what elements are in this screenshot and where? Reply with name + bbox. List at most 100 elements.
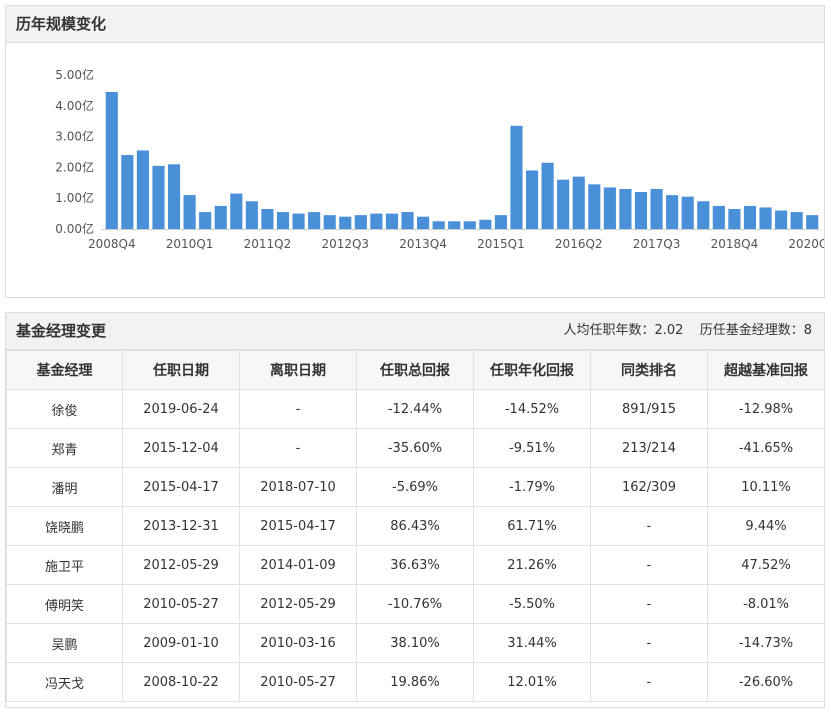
bar[interactable]	[697, 201, 710, 229]
table-cell: -12.98%	[707, 389, 825, 429]
scale-chart-title: 历年规模变化	[16, 15, 107, 33]
bar[interactable]	[214, 205, 227, 229]
table-row: 郑青 2015-12-04- -35.60% -9.51% 213/214 -41.65%	[6, 428, 825, 468]
table-row: 吴鹏 2009-01-10 2010-03-16 38.10% 31.44% - -14.7…	[6, 623, 825, 663]
table-cell: -	[590, 545, 708, 585]
bar[interactable]	[712, 205, 725, 229]
manager-panel: 基金经理变更 人均任职年数：2.02 历任基金经理数：8 基金经理 任职日期 离…	[5, 312, 825, 708]
bar[interactable]	[136, 150, 149, 229]
manager-name-cell[interactable]: 郑青	[6, 428, 123, 468]
bar[interactable]	[790, 212, 803, 229]
bar[interactable]	[261, 208, 274, 229]
bar[interactable]	[681, 196, 694, 229]
table-cell: -12.44%	[356, 389, 474, 429]
bar[interactable]	[276, 212, 290, 229]
bar[interactable]	[572, 176, 585, 229]
bar[interactable]	[650, 188, 663, 229]
table-cell: 2010-03-16	[239, 623, 357, 663]
bar[interactable]	[494, 215, 507, 229]
x-tick-label: 2015Q1	[477, 237, 525, 251]
bar[interactable]	[183, 195, 196, 229]
table-cell: 12.01%	[473, 662, 591, 702]
bar[interactable]	[759, 207, 772, 229]
bar[interactable]	[479, 219, 492, 229]
manager-name-cell[interactable]: 徐俊	[6, 389, 123, 429]
bar[interactable]	[354, 215, 367, 229]
bar[interactable]	[448, 221, 461, 229]
table-cell: 10.11%	[707, 467, 825, 507]
table-row: 冯天戈 2008-10-22 2010-05-27 19.86% 12.01% - -26.…	[6, 662, 825, 702]
bar[interactable]	[385, 213, 399, 229]
manager-name-cell[interactable]: 潘明	[6, 467, 123, 507]
bar[interactable]	[634, 192, 648, 229]
bar[interactable]	[619, 188, 632, 229]
y-tick-label: 2.00亿	[55, 159, 94, 174]
bar[interactable]	[588, 184, 601, 229]
x-tick-label: 2018Q4	[711, 237, 759, 251]
manager-name-cell[interactable]: 冯天戈	[6, 662, 123, 702]
col-header: 任职年化回报	[473, 350, 591, 390]
col-header: 任职总回报	[356, 350, 474, 390]
bar[interactable]	[245, 201, 258, 229]
bar[interactable]	[743, 205, 757, 229]
table-cell: -14.73%	[707, 623, 825, 663]
bar[interactable]	[401, 212, 414, 229]
bar[interactable]	[728, 208, 741, 229]
bar[interactable]	[557, 179, 570, 229]
avg-tenure: 人均任职年数：2.02	[563, 323, 684, 338]
col-header: 任职日期	[122, 350, 240, 390]
bar[interactable]	[230, 193, 243, 229]
bar[interactable]	[339, 216, 352, 229]
table-cell: -	[590, 506, 708, 546]
table-cell: 9.44%	[707, 506, 825, 546]
scale-bar-chart: 0.00亿 1.00亿 2.00亿 3.00亿 4.00亿 5.00亿 2008Q4 2010…	[55, 67, 831, 251]
table-row: 施卫平 2012-05-29 2014-01-09 36.63% 21.26% -47.5…	[6, 545, 825, 585]
bar[interactable]	[775, 210, 788, 229]
x-tick-label: 2011Q2	[244, 237, 292, 251]
table-cell: -14.52%	[473, 389, 591, 429]
table-cell: 2012-05-29	[239, 584, 357, 624]
manager-summary: 人均任职年数：2.02 历任基金经理数：8	[563, 313, 812, 349]
bar[interactable]	[152, 165, 165, 229]
bar[interactable]	[370, 213, 383, 229]
table-cell: -	[590, 584, 708, 624]
table-cell: -	[590, 623, 708, 663]
table-row: 傅明笑 2010-05-27 2012-05-29 -10.76% -5.50% - -8.…	[6, 584, 825, 624]
table-cell: -	[590, 662, 708, 702]
manager-name-cell[interactable]: 饶晓鹏	[6, 506, 123, 546]
manager-table-header-row: 基金经理 任职日期 离职日期 任职总回报 任职年化回报 同类排名 超越基准回报	[6, 350, 825, 390]
table-cell: 19.86%	[356, 662, 474, 702]
bar[interactable]	[323, 215, 336, 229]
bar[interactable]	[603, 187, 616, 229]
table-cell: 2009-01-10	[122, 623, 240, 663]
x-tick-label: 2013Q4	[399, 237, 447, 251]
bar[interactable]	[463, 221, 476, 229]
table-row: 徐俊 2019-06-24- -12.44% -14.52% 891/915 -12.98…	[6, 389, 825, 429]
bar[interactable]	[525, 170, 539, 229]
bar[interactable]	[417, 216, 430, 229]
bar[interactable]	[167, 164, 181, 229]
manager-name-cell[interactable]: 傅明笑	[6, 584, 123, 624]
manager-name-cell[interactable]: 施卫平	[6, 545, 123, 585]
bar[interactable]	[432, 221, 445, 229]
bar[interactable]	[666, 195, 679, 229]
bar[interactable]	[105, 91, 118, 229]
table-cell: 213/214	[590, 428, 708, 468]
manager-name-cell[interactable]: 吴鹏	[6, 623, 123, 663]
table-cell: -9.51%	[473, 428, 591, 468]
col-header: 基金经理	[6, 350, 123, 390]
table-cell: -1.79%	[473, 467, 591, 507]
bar[interactable]	[510, 125, 523, 229]
bar[interactable]	[541, 162, 554, 229]
bar[interactable]	[292, 213, 305, 229]
table-cell: 2014-01-09	[239, 545, 357, 585]
x-tick-label: 2010Q1	[166, 237, 214, 251]
y-tick-label: 5.00亿	[55, 67, 94, 82]
table-cell: -5.69%	[356, 467, 474, 507]
bar[interactable]	[121, 155, 134, 229]
bar[interactable]	[199, 212, 212, 229]
bar[interactable]	[806, 215, 819, 229]
bar[interactable]	[308, 212, 321, 229]
table-cell: 2013-12-31	[122, 506, 240, 546]
table-cell: -26.60%	[707, 662, 825, 702]
